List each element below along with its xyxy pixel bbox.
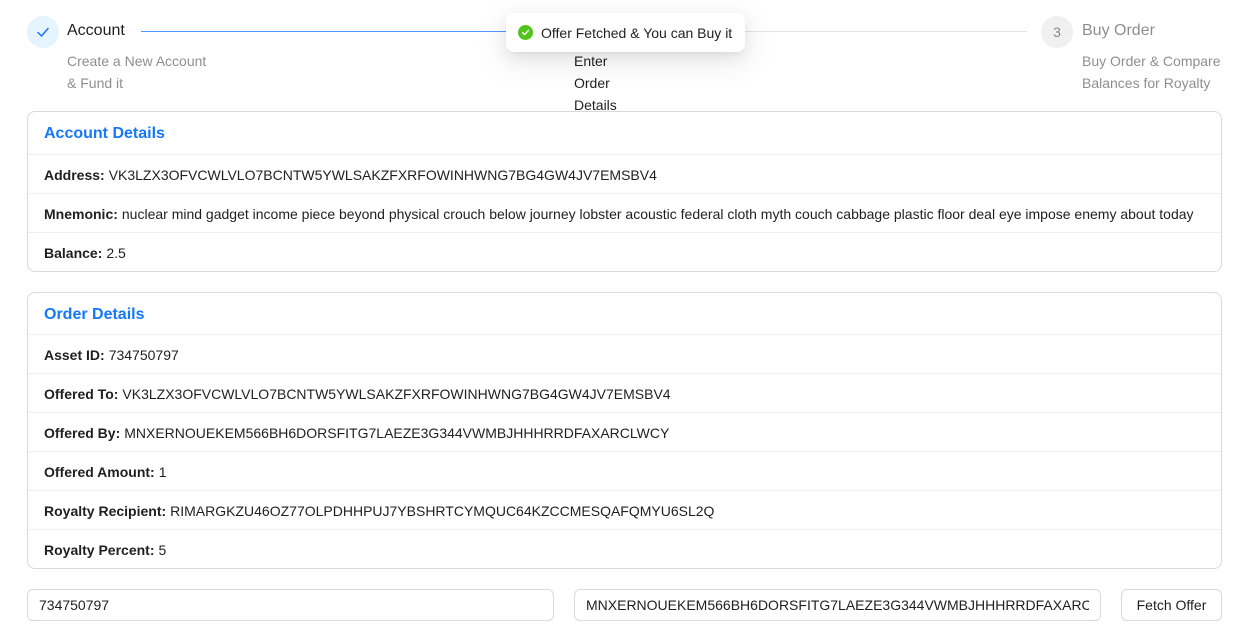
mnemonic-row: Mnemonic: nuclear mind gadget income piec… xyxy=(28,194,1221,233)
row-value: 2.5 xyxy=(106,245,126,261)
check-circle-icon xyxy=(518,25,533,40)
check-icon xyxy=(27,16,59,48)
step-connector xyxy=(737,31,1027,32)
row-value: VK3LZX3OFVCWLVLO7BCNTW5YWLSAKZFXRFOWINHW… xyxy=(122,386,671,402)
asset-id-row: Asset ID: 734750797 xyxy=(28,335,1221,374)
address-row: Address: VK3LZX3OFVCWLVLO7BCNTW5YWLSAKZFX… xyxy=(28,155,1221,194)
card-title: Account Details xyxy=(28,112,1221,155)
row-label: Balance: xyxy=(44,245,103,261)
offered-by-row: Offered By: MNXERNOUEKEM566BH6DORSFITG7LA… xyxy=(28,413,1221,452)
success-toast: Offer Fetched & You can Buy it xyxy=(506,13,746,52)
row-value: 5 xyxy=(158,542,167,558)
card-title: Order Details xyxy=(28,293,1221,335)
balance-row: Balance: 2.5 xyxy=(28,233,1221,271)
row-value: VK3LZX3OFVCWLVLO7BCNTW5YWLSAKZFXRFOWINHW… xyxy=(108,167,657,183)
order-details-card: Order Details Asset ID: 734750797 Offered… xyxy=(27,292,1222,569)
step-connector xyxy=(141,31,561,32)
row-label: Address: xyxy=(44,167,105,183)
row-label: Royalty Percent: xyxy=(44,542,155,558)
toast-message: Offer Fetched & You can Buy it xyxy=(541,24,733,41)
royalty-recipient-row: Royalty Recipient: RIMARGKZU46OZ77OLPDHHP… xyxy=(28,491,1221,530)
row-value: 734750797 xyxy=(108,347,179,363)
offer-address-input[interactable] xyxy=(574,589,1101,621)
account-details-card: Account Details Address: VK3LZX3OFVCWLVLO… xyxy=(27,111,1222,272)
row-value: MNXERNOUEKEM566BH6DORSFITG7LAEZE3G344VWM… xyxy=(124,425,670,441)
row-label: Offered Amount: xyxy=(44,464,155,480)
row-value: nuclear mind gadget income piece beyond … xyxy=(121,206,1194,222)
row-label: Mnemonic: xyxy=(44,206,118,222)
step-description: Create a New Account & Fund it xyxy=(67,53,207,91)
row-value: RIMARGKZU46OZ77OLPDHHPUJ7YBSHRTCYMQUC64K… xyxy=(170,503,715,519)
royalty-percent-row: Royalty Percent: 5 xyxy=(28,530,1221,568)
fetch-offer-button[interactable]: Fetch Offer xyxy=(1121,589,1222,621)
row-label: Offered To: xyxy=(44,386,119,402)
asset-id-input[interactable] xyxy=(27,589,554,621)
step-description: Enter Order Details xyxy=(574,53,617,113)
offered-to-row: Offered To: VK3LZX3OFVCWLVLO7BCNTW5YWLSAK… xyxy=(28,374,1221,413)
row-label: Offered By: xyxy=(44,425,121,441)
offered-amount-row: Offered Amount: 1 xyxy=(28,452,1221,491)
row-label: Asset ID: xyxy=(44,347,105,363)
step-title: Buy Order xyxy=(1082,22,1155,39)
row-label: Royalty Recipient: xyxy=(44,503,167,519)
step-number-icon: 3 xyxy=(1041,16,1073,48)
step-description: Buy Order & Compare Balances for Royalty xyxy=(1082,53,1221,91)
step-title: Account xyxy=(67,22,125,39)
row-value: 1 xyxy=(158,464,167,480)
